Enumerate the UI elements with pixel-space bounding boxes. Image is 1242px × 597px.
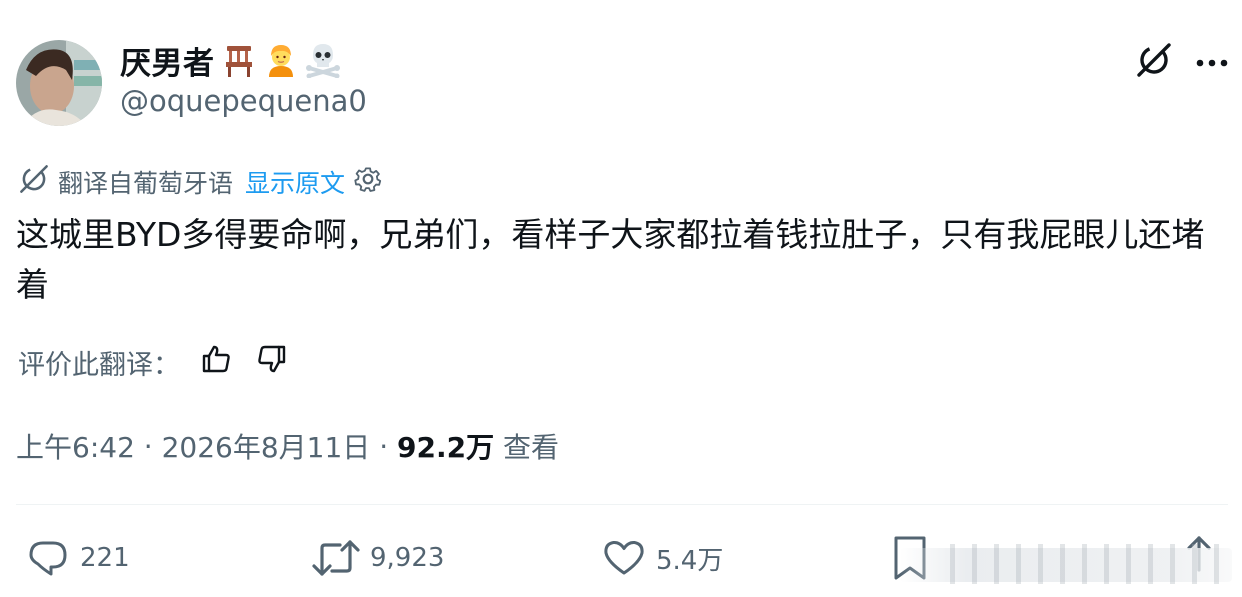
tweet-date[interactable]: 2026年8月11日	[162, 426, 371, 466]
avatar[interactable]	[16, 40, 102, 126]
author-handle[interactable]: @oquepequena0	[120, 84, 367, 118]
translation-settings-gear-icon[interactable]	[353, 164, 383, 200]
meta-separator: ·	[370, 429, 397, 463]
repost-icon	[312, 536, 360, 580]
divider	[16, 504, 1228, 505]
repost-count: 9,923	[370, 543, 445, 573]
chair-emoji-icon	[221, 42, 257, 78]
reply-icon	[26, 536, 70, 580]
translation-row: 翻译自葡萄牙语 显示原文	[18, 162, 383, 202]
thumbs-up-icon	[200, 343, 232, 382]
thumbs-up-button[interactable]	[196, 342, 236, 382]
display-name[interactable]: 厌男者	[120, 38, 215, 83]
tweet-time[interactable]: 上午6:42	[16, 426, 135, 466]
meta-separator: ·	[134, 429, 162, 463]
grok-icon	[1135, 41, 1173, 83]
thumbs-down-icon	[256, 343, 288, 382]
tweet-text: 这城里BYD多得要命啊，兄弟们，看样子大家都拉着钱拉肚子，只有我屁眼儿还堵着	[16, 215, 1205, 304]
views-label: 查看	[494, 431, 559, 464]
more-horizontal-icon	[1195, 53, 1229, 72]
heart-icon	[602, 536, 646, 580]
tweet-meta: 上午6:42 · 2026年8月11日 · 92.2万 查看	[16, 424, 559, 468]
grok-button[interactable]	[1132, 40, 1176, 84]
skull-crossbones-emoji-icon	[305, 42, 341, 79]
thumbs-down-button[interactable]	[252, 342, 292, 382]
blurred-watermark-texture	[950, 544, 1230, 584]
more-options-button[interactable]	[1190, 40, 1234, 84]
person-blond-emoji-icon	[263, 42, 299, 78]
views-count: 92.2万	[397, 431, 495, 464]
rate-translation-row: 评价此翻译：	[18, 340, 292, 384]
reply-button[interactable]: 221	[26, 530, 130, 586]
repost-button[interactable]: 9,923	[312, 530, 444, 586]
author-name-row[interactable]: 厌男者	[120, 38, 341, 82]
like-button[interactable]: 5.4万	[602, 530, 723, 586]
rate-translation-label: 评价此翻译：	[18, 349, 180, 381]
grok-translate-icon	[18, 163, 50, 201]
like-count: 5.4万	[656, 545, 724, 576]
reply-count: 221	[80, 543, 130, 573]
show-original-link[interactable]: 显示原文	[245, 164, 345, 200]
translated-from-label: 翻译自葡萄牙语	[58, 169, 234, 198]
